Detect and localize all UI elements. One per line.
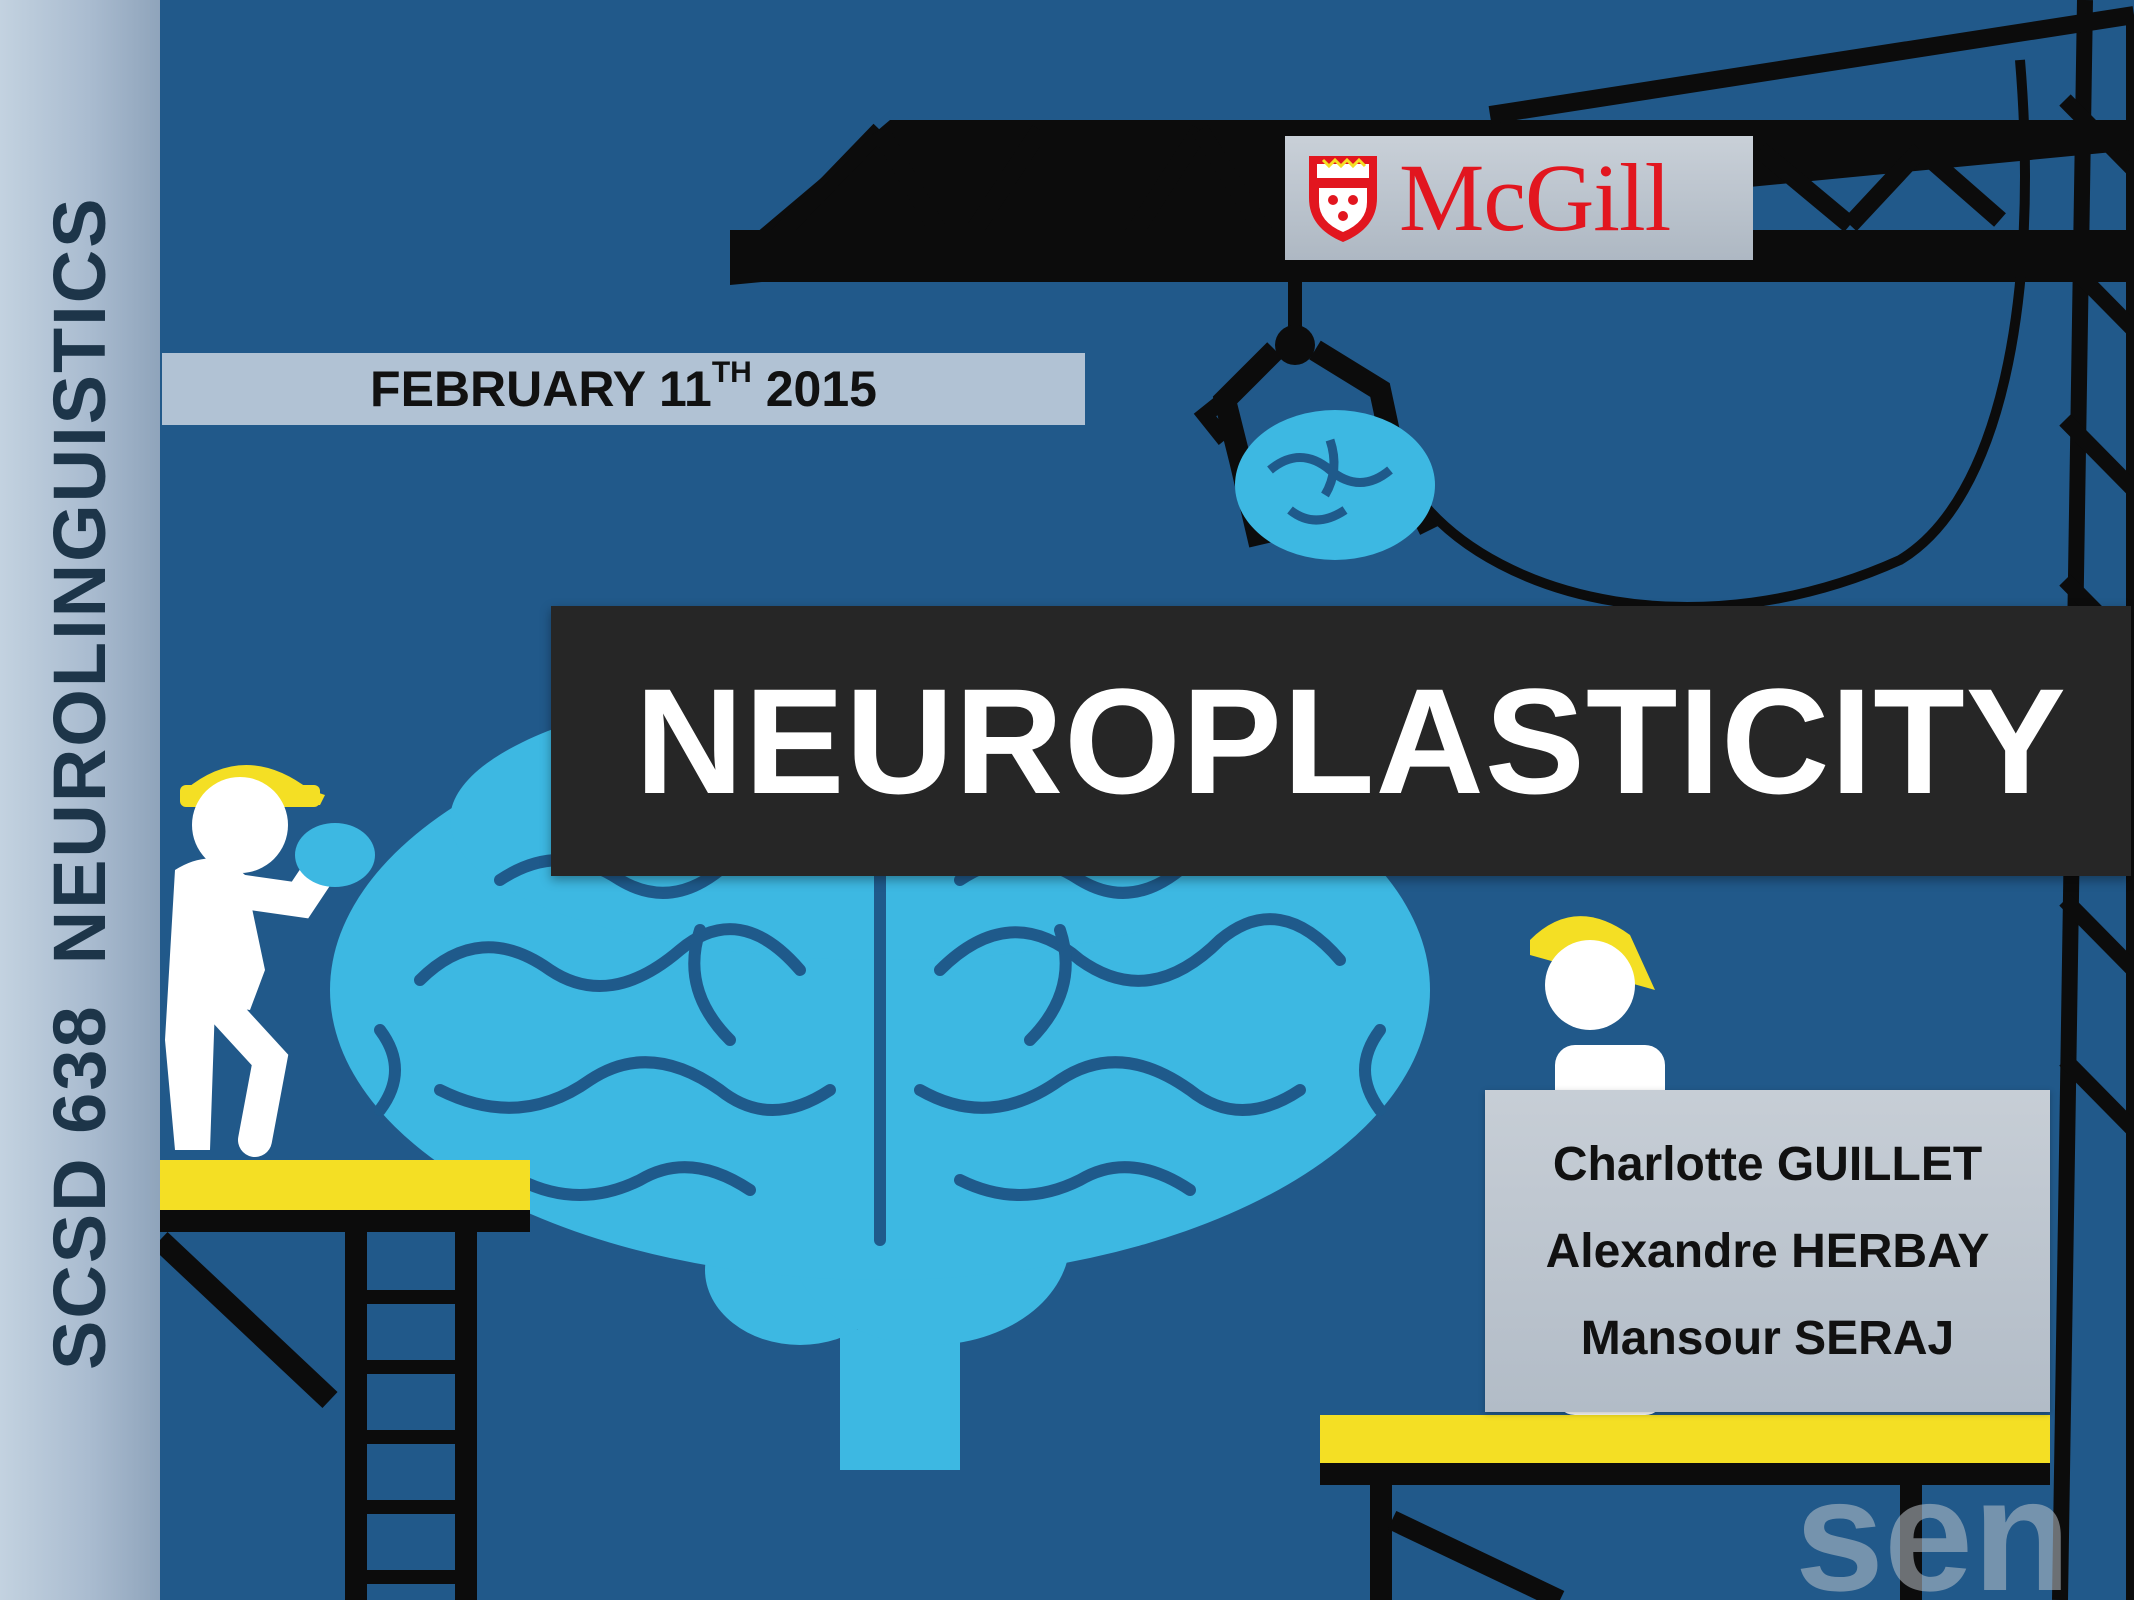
small-brain xyxy=(1235,410,1435,560)
course-code: SCSD 638 xyxy=(38,1004,121,1370)
course-label: SCSD 638 NEUROLINGUISTICS xyxy=(38,196,121,1370)
slide: sen SCSD 638 NEUROLINGUISTICS FEBRUARY 11… xyxy=(0,0,2134,1600)
mcgill-wordmark: McGill xyxy=(1399,144,1671,251)
mcgill-shield-icon xyxy=(1309,156,1377,242)
course-name: NEUROLINGUISTICS xyxy=(38,196,121,965)
left-scaffold xyxy=(152,1160,530,1600)
author-name: Charlotte GUILLET xyxy=(1552,1137,1983,1191)
slide-title: NEUROPLASTICITY xyxy=(635,656,2067,825)
author-name: Alexandre HERBAY xyxy=(1545,1224,1990,1278)
watermark-text: sen xyxy=(1795,1445,2071,1600)
title-banner: NEUROPLASTICITY xyxy=(551,606,2131,876)
course-sidebar: SCSD 638 NEUROLINGUISTICS xyxy=(0,0,160,1600)
author-name: Mansour SERAJ xyxy=(1580,1311,1955,1365)
date-banner: FEBRUARY 11TH 2015 xyxy=(162,353,1085,425)
mcgill-logo: McGill xyxy=(1285,136,1753,260)
authors-box: Charlotte GUILLET Alexandre HERBAY Manso… xyxy=(1485,1090,2050,1412)
presentation-date: FEBRUARY 11TH 2015 xyxy=(370,356,877,417)
